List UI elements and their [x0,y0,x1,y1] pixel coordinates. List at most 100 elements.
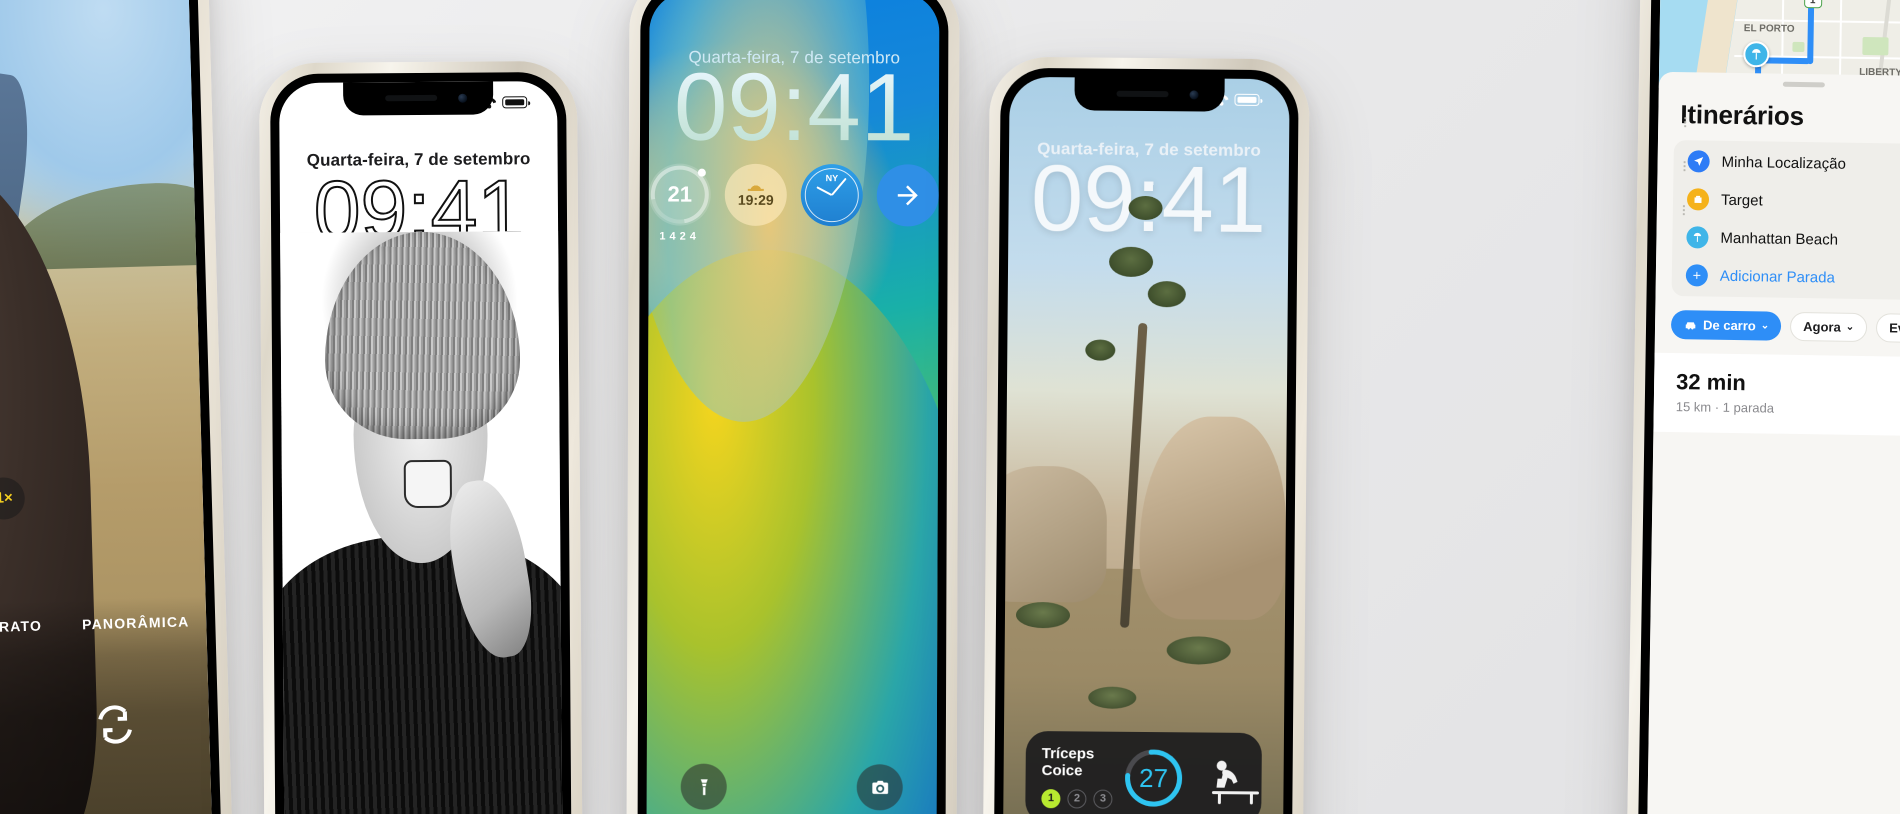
rep-count: 27 [1138,762,1169,793]
shopping-bag-icon [1686,188,1710,211]
phone-bezel: 0,5 1× VÍDEO FOTO RETRATO PANORÂMICA [0,0,223,814]
route-connector [1682,204,1685,217]
transport-filter-row: De carro ⌄ Agora ⌄ Evitar ⌄ [1655,296,1900,344]
exercise-name-line2: Coice [1041,762,1083,780]
highway-shield: 1 [1803,0,1822,9]
route-stop-row[interactable]: Minha Localização [1673,142,1900,184]
set-indicator-3[interactable]: 3 [1093,789,1113,809]
navigation-widget[interactable] [876,164,939,227]
avoid-options-label: Evitar [1889,320,1900,336]
route-detail: 15 km · 1 parada [1675,399,1775,416]
phone-bezel: Quarta-feira, 7 de setembro 09:41 Trícep… [993,67,1299,814]
set-indicator-2[interactable]: 2 [1067,789,1087,809]
lockscreen-widget-row: 21 1424 19:29 NY [646,154,939,243]
maps-screen: 20 min 1 W IMPERIAL HWY El Segundo Hawth… [1646,0,1900,814]
hair-shape [324,231,521,440]
sheet-title: Itinerários [1680,99,1805,132]
weather-high: 24 [679,230,700,243]
earpiece-speaker [1116,90,1169,98]
sunset-time: 19:29 [737,192,774,209]
battery-icon [1234,93,1260,106]
lockscreen-fitness-screen: Quarta-feira, 7 de setembro 09:41 Trícep… [1002,76,1290,814]
notch [343,81,494,116]
destination-pin-icon[interactable] [1743,41,1770,68]
lockscreen-widgets-screen: Quarta-feira, 7 de setembro 09:41 21 142… [646,0,940,814]
arrow-right-icon [897,185,918,206]
exercise-illustration-icon [1194,752,1264,805]
front-camera-icon [1189,90,1199,100]
route-stop-label: Target [1720,191,1763,209]
chevron-down-icon: ⌄ [1760,320,1770,332]
joshua-tree-tuft [1085,339,1116,361]
rock-shape-2 [1002,465,1108,603]
map-label: EL PORTO [1743,23,1795,35]
lockscreen-bottom-bar [647,763,937,811]
navigation-arrow-icon [1687,150,1710,173]
rep-progress-ring: 27 [1122,747,1185,810]
front-camera-icon [458,93,468,103]
bush-shape [1088,686,1137,710]
add-stop-label: Adicionar Parada [1719,267,1836,287]
park-area [1792,41,1805,53]
flip-camera-icon[interactable] [92,702,137,747]
route-connector [1683,160,1686,173]
departure-time-label: Agora [1803,319,1841,335]
world-clock-widget[interactable]: NY [800,164,863,227]
route-stop-row[interactable]: Target [1673,180,1900,222]
car-icon [1685,321,1696,329]
sunset-widget[interactable]: 19:29 [724,164,787,227]
route-duration: 32 min [1675,369,1747,396]
set-indicator-1[interactable]: 1 [1041,788,1061,809]
world-clock-city: NY [825,173,839,184]
phone-bezel: Quarta-feira, 7 de setembro 09:41 Pessoa… [270,71,572,814]
phone-bezel: Quarta-feira, 7 de setembro 09:41 21 142… [637,0,949,814]
weather-range: 1424 [659,231,700,243]
route-stop-label: Minha Localização [1721,153,1847,173]
set-indicators: 1 2 3 [1041,788,1113,809]
plus-icon [1685,264,1709,287]
joshua-tree-tuft [1147,281,1186,308]
lockscreen-portrait-phone: Quarta-feira, 7 de setembro 09:41 Pessoa… [258,60,584,814]
avoid-options-button[interactable]: Evitar ⌄ [1875,313,1900,344]
scene-root: 0,5 1× VÍDEO FOTO RETRATO PANORÂMICA [0,0,1900,814]
departure-time-button[interactable]: Agora ⌄ [1789,311,1868,343]
route-result-card[interactable]: 32 min 15 km · 1 parada [1653,352,1900,437]
smile-shape [404,459,452,509]
phone-bezel: 20 min 1 W IMPERIAL HWY El Segundo Hawth… [1637,0,1900,814]
live-activity-card[interactable]: Tríceps Coice 1 2 3 27 [1025,730,1264,814]
lockscreen-fitness-phone: Quarta-feira, 7 de setembro 09:41 Trícep… [982,56,1310,814]
camera-mode-panorama[interactable]: PANORÂMICA [82,613,190,632]
joshua-tree-tuft [1108,246,1154,278]
lockscreen-content: Quarta-feira, 7 de setembro 09:41 21 142… [646,47,940,243]
rock-shape [1139,416,1287,621]
zoom-option-1x[interactable]: 1× [0,476,26,520]
current-temp-dot [697,168,706,178]
lockscreen-widgets-phone: Quarta-feira, 7 de setembro 09:41 21 142… [626,0,960,814]
camera-mode-portrait[interactable]: RETRATO [0,617,42,635]
route-line [1807,0,1816,65]
add-stop-row[interactable]: Adicionar Parada [1672,256,1900,298]
route-stop-list: Minha Localização Target Manhattan Beach… [1671,116,1900,301]
maps-phone: 20 min 1 W IMPERIAL HWY El Segundo Hawth… [1626,0,1900,814]
chevron-down-icon: ⌄ [1845,321,1855,333]
temperature-ring [646,154,721,236]
wallpaper-photo [279,231,563,814]
exercise-name-line1: Tríceps [1041,745,1095,763]
route-connector [1684,116,1687,129]
flashlight-icon[interactable] [680,763,727,810]
transport-mode-car-label: De carro [1702,317,1756,334]
bush-shape [1016,601,1071,628]
camera-phone: 0,5 1× VÍDEO FOTO RETRATO PANORÂMICA [0,0,234,814]
camera-icon[interactable] [856,764,903,811]
transport-mode-car-button[interactable]: De carro ⌄ [1670,309,1782,341]
lockscreen-portrait-screen: Quarta-feira, 7 de setembro 09:41 Pessoa… [279,81,563,814]
route-stop-row[interactable]: Manhattan Beach [1672,218,1900,260]
live-activity-info: Tríceps Coice 1 2 3 [1041,745,1113,809]
notch [1074,77,1225,112]
beach-umbrella-icon [1686,226,1709,249]
weather-low: 14 [659,230,680,243]
camera-screen: 0,5 1× VÍDEO FOTO RETRATO PANORÂMICA [0,0,213,814]
weather-widget[interactable]: 21 1424 [646,154,721,243]
lockscreen-time: 09:41 [649,54,939,162]
route-stop-label: Manhattan Beach [1720,229,1839,249]
